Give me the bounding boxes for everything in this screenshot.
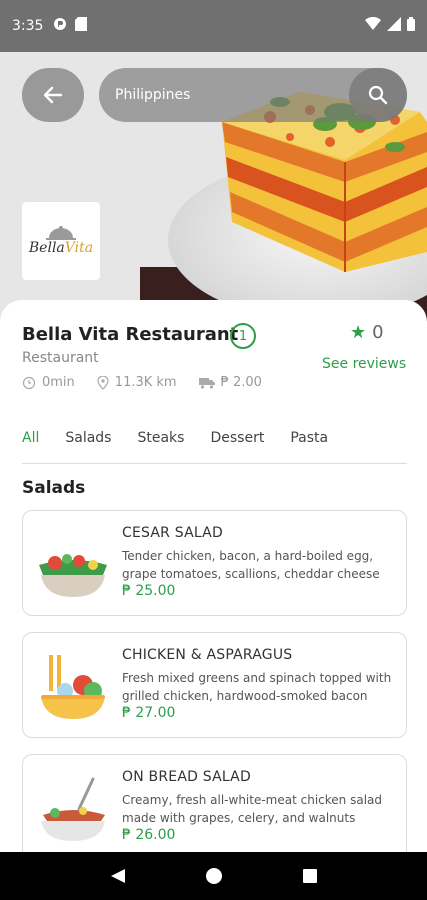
item-description: Tender chicken, bacon, a hard-boiled egg… xyxy=(122,549,380,581)
app-notification-icon xyxy=(53,17,67,35)
cloche-icon xyxy=(46,226,76,240)
menu-item-card[interactable]: CESAR SALAD Tender chicken, bacon, a har… xyxy=(22,510,407,616)
nav-home-icon[interactable] xyxy=(205,867,223,885)
item-description: Creamy, fresh all-white-meat chicken sal… xyxy=(122,793,382,825)
search-icon xyxy=(368,85,388,105)
tab-pasta[interactable]: Pasta xyxy=(290,430,328,463)
rating: ★ 0 xyxy=(350,322,384,343)
tab-all[interactable]: All xyxy=(22,430,39,463)
tab-dessert[interactable]: Dessert xyxy=(210,430,264,463)
status-bar: 3:35 xyxy=(0,0,427,52)
item-title: CESAR SALAD xyxy=(122,525,223,541)
item-title: CHICKEN & ASPARAGUS xyxy=(122,647,293,663)
arrow-left-icon xyxy=(43,86,63,104)
system-nav-bar xyxy=(0,852,427,900)
rating-value: 0 xyxy=(372,322,384,343)
clock-icon xyxy=(22,376,36,389)
menu-item-card[interactable]: ON BREAD SALAD Creamy, fresh all-white-m… xyxy=(22,754,407,852)
wifi-icon xyxy=(365,16,381,35)
salad-bowl-icon xyxy=(41,655,105,719)
logo-text-accent: Vita xyxy=(64,240,94,256)
nav-recents-icon[interactable] xyxy=(302,868,318,884)
search-button[interactable] xyxy=(349,68,407,122)
distance: 11.3K km xyxy=(114,375,177,390)
delivery-fee: ₱ 2.00 xyxy=(220,375,262,390)
info-badge[interactable]: 1 xyxy=(230,323,256,349)
salad-bowl-icon xyxy=(41,777,105,841)
item-price: ₱ 26.00 xyxy=(122,827,176,843)
search-text: Philippines xyxy=(115,87,191,103)
item-title: ON BREAD SALAD xyxy=(122,769,251,785)
delivery-time: 0min xyxy=(42,375,75,390)
battery-icon xyxy=(407,17,415,35)
tab-steaks[interactable]: Steaks xyxy=(137,430,184,463)
item-price: ₱ 25.00 xyxy=(122,583,176,599)
location-pin-icon xyxy=(97,375,109,390)
nav-back-icon[interactable] xyxy=(109,867,127,885)
restaurant-type: Restaurant xyxy=(22,350,99,366)
back-button[interactable] xyxy=(22,68,84,122)
status-time: 3:35 xyxy=(12,18,44,34)
signal-icon xyxy=(387,17,401,35)
section-title: Salads xyxy=(22,478,86,498)
category-tabs: All Salads Steaks Dessert Pasta xyxy=(22,430,407,464)
delivery-truck-icon xyxy=(198,377,215,389)
salad-bowl-icon xyxy=(39,554,107,597)
logo-text-main: Bella xyxy=(28,240,65,256)
restaurant-meta: 0min 11.3K km ₱ 2.00 xyxy=(22,375,284,390)
star-icon: ★ xyxy=(350,322,367,343)
tab-salads[interactable]: Salads xyxy=(65,430,111,463)
item-price: ₱ 27.00 xyxy=(122,705,176,721)
restaurant-logo: BellaVita xyxy=(22,202,100,280)
see-reviews-link[interactable]: See reviews xyxy=(322,356,406,372)
sd-card-icon xyxy=(75,17,88,35)
item-description: Fresh mixed greens and spinach topped wi… xyxy=(122,671,392,703)
restaurant-detail-sheet: Bella Vita Restaurant 1 Restaurant 0min … xyxy=(0,300,427,852)
menu-item-card[interactable]: CHICKEN & ASPARAGUS Fresh mixed greens a… xyxy=(22,632,407,738)
restaurant-name: Bella Vita Restaurant xyxy=(22,324,239,345)
